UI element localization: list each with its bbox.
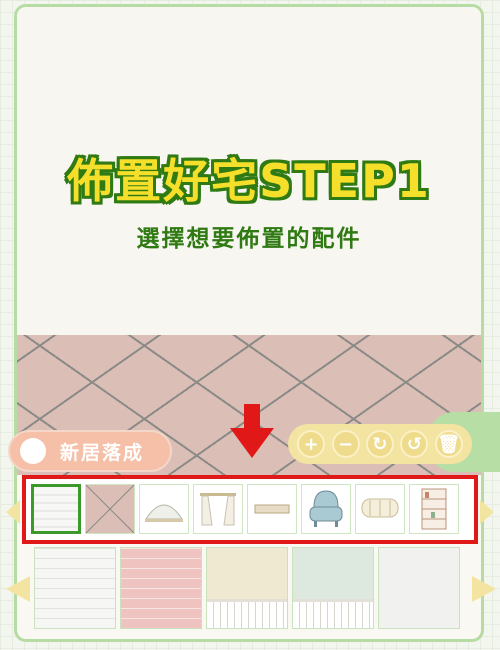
wall-option-beige-wainscot[interactable] bbox=[206, 547, 288, 629]
trash-icon[interactable]: 🗑 bbox=[434, 430, 463, 458]
curtain-icon bbox=[200, 493, 236, 526]
page-subtitle: 選擇想要佈置的配件 bbox=[136, 226, 362, 252]
accessory-thumb-pink-tile[interactable] bbox=[85, 484, 135, 534]
wall-option-light-gray[interactable] bbox=[378, 547, 460, 629]
page-title: 佈置好宅STEP1 bbox=[67, 154, 431, 208]
rotate-left-icon[interactable]: ↺ bbox=[400, 430, 429, 458]
accessory-thumb-rug[interactable] bbox=[247, 484, 297, 534]
wall-right-arrow-icon[interactable] bbox=[470, 574, 498, 604]
wall-option-red-brick[interactable] bbox=[120, 547, 202, 629]
finish-button-label: 新居落成 bbox=[60, 441, 145, 464]
strip-right-arrow-icon[interactable] bbox=[478, 498, 496, 526]
finish-button[interactable]: 新居落成 bbox=[8, 430, 172, 472]
wall-left-arrow-icon[interactable] bbox=[4, 574, 32, 604]
bookshelf-icon bbox=[421, 488, 447, 530]
rotate-right-icon[interactable]: ↻ bbox=[365, 430, 394, 458]
wainscot-fence bbox=[207, 599, 287, 628]
wall-options bbox=[34, 547, 460, 629]
strip-left-arrow-icon[interactable] bbox=[4, 498, 22, 526]
zoom-in-icon[interactable]: + bbox=[297, 430, 326, 458]
accessory-thumb-white-brick[interactable] bbox=[31, 484, 81, 534]
edit-toolbar: + − ↻ ↺ 🗑 bbox=[288, 424, 472, 464]
accessory-thumb-bookshelf[interactable] bbox=[409, 484, 459, 534]
accessory-thumb-curtain[interactable] bbox=[193, 484, 243, 534]
accessory-thumb-arch-window[interactable] bbox=[139, 484, 189, 534]
accessory-thumb-armchair[interactable] bbox=[301, 484, 351, 534]
bench-icon bbox=[361, 498, 399, 518]
down-arrow-icon bbox=[230, 404, 274, 458]
toggle-circle-icon bbox=[20, 438, 46, 464]
brick-wall-icon bbox=[34, 487, 78, 531]
zoom-out-icon[interactable]: − bbox=[331, 430, 360, 458]
wall-option-green-wainscot[interactable] bbox=[292, 547, 374, 629]
armchair-icon bbox=[309, 490, 343, 527]
wall-option-white-brick[interactable] bbox=[34, 547, 116, 629]
wainscot-fence bbox=[293, 599, 373, 628]
tile-floor-icon bbox=[86, 485, 134, 533]
rug-icon bbox=[254, 504, 290, 514]
arch-window-icon bbox=[145, 504, 183, 522]
accessory-strip bbox=[22, 475, 478, 544]
accessory-thumb-sofa-bench[interactable] bbox=[355, 484, 405, 534]
